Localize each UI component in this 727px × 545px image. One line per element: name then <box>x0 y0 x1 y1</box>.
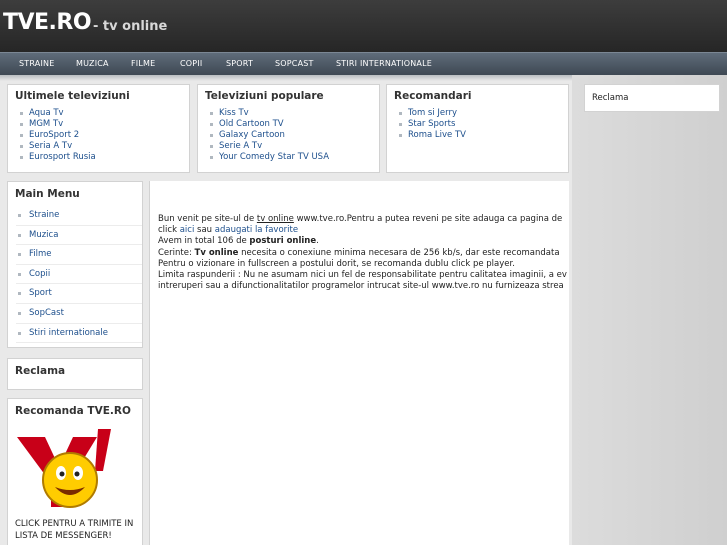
left-ad-title: Reclama <box>15 365 66 377</box>
yahoo-messenger-icon[interactable] <box>15 423 111 513</box>
nav-muzica[interactable]: MUZICA <box>76 59 109 68</box>
add-to-favorites-link[interactable]: adaugati la favorite <box>215 225 298 235</box>
latest-item[interactable]: EuroSport 2 <box>20 130 96 141</box>
latest-channels-box: Ultimele televiziuni Aqua Tv MGM Tv Euro… <box>7 84 190 173</box>
recommend-site-title: Recomanda TVE.RO <box>15 405 131 417</box>
recommended-item[interactable]: Star Sports <box>399 119 466 130</box>
popular-item[interactable]: Old Cartoon TV <box>210 119 329 130</box>
recommend-site-caption[interactable]: CLICK PENTRU A TRIMITE IN LISTA DE MESSE… <box>15 518 140 542</box>
recommended-item[interactable]: Roma Live TV <box>399 130 466 141</box>
menu-item-filme[interactable]: Filme <box>16 245 142 265</box>
latest-channels-title: Ultimele televiziuni <box>15 90 130 102</box>
popular-channels-title: Televiziuni populare <box>205 90 324 102</box>
menu-item-straine[interactable]: Straine <box>16 206 142 226</box>
main-navbar: STRAINE MUZICA FILME COPII SPORT SOPCAST… <box>0 52 727 75</box>
latest-item[interactable]: Eurosport Rusia <box>20 152 96 163</box>
welcome-line-1: Bun venit pe site-ul de tv online www.tv… <box>158 214 563 224</box>
right-ad-box: Reclama <box>584 84 720 112</box>
popular-channels-box: Televiziuni populare Kiss Tv Old Cartoon… <box>197 84 380 173</box>
nav-straine[interactable]: STRAINE <box>19 59 54 68</box>
popular-item[interactable]: Kiss Tv <box>210 108 329 119</box>
right-ad-title: Reclama <box>592 93 629 103</box>
latest-item[interactable]: Seria A Tv <box>20 141 96 152</box>
nav-sport[interactable]: SPORT <box>226 59 253 68</box>
latest-item[interactable]: MGM Tv <box>20 119 96 130</box>
nav-copii[interactable]: COPII <box>180 59 202 68</box>
tv-online-link[interactable]: tv online <box>257 214 294 224</box>
latest-item[interactable]: Aqua Tv <box>20 108 96 119</box>
left-ad-box: Reclama <box>7 358 143 390</box>
menu-item-copii[interactable]: Copii <box>16 265 142 285</box>
nav-filme[interactable]: FILME <box>131 59 155 68</box>
fullscreen-line: Pentru o vizionare in fullscreen a postu… <box>158 258 515 269</box>
menu-item-sopcast[interactable]: SopCast <box>16 304 142 324</box>
menu-item-stiri-internationale[interactable]: Stiri internationale <box>16 324 142 344</box>
main-content-area: Bun venit pe site-ul de tv online www.tv… <box>149 181 569 545</box>
channel-count-line: Avem in total 106 de posturi online. <box>158 236 319 247</box>
welcome-text: Bun venit pe site-ul de tv online www.tv… <box>158 214 569 292</box>
main-menu-title: Main Menu <box>15 188 80 200</box>
nav-sopcast[interactable]: SOPCAST <box>275 59 314 68</box>
menu-item-sport[interactable]: Sport <box>16 284 142 304</box>
recommended-item[interactable]: Tom si Jerry <box>399 108 466 119</box>
main-menu-box: Main Menu Straine Muzica Filme Copii Spo… <box>7 181 143 348</box>
site-header: TVE.RO - tv online <box>0 0 727 52</box>
recommended-title: Recomandari <box>394 90 472 102</box>
site-logo[interactable]: TVE.RO <box>3 10 92 35</box>
popular-item[interactable]: Serie A Tv <box>210 141 329 152</box>
popular-item[interactable]: Galaxy Cartoon <box>210 130 329 141</box>
requirements-line: Cerinte: Tv online necesita o conexiune … <box>158 247 560 258</box>
welcome-line-2: click aici sau adaugati la favorite <box>158 225 299 236</box>
site-tagline: - tv online <box>93 19 168 34</box>
popular-item[interactable]: Your Comedy Star TV USA <box>210 152 329 163</box>
liability-line-1: Limita raspunderii : Nu ne asumam nici u… <box>158 270 567 281</box>
recommended-box: Recomandari Tom si Jerry Star Sports Rom… <box>386 84 569 173</box>
click-here-link[interactable]: aici <box>180 225 195 235</box>
right-column-background <box>572 75 727 545</box>
menu-item-muzica[interactable]: Muzica <box>16 226 142 246</box>
liability-line-2: intreruperi sau a difunctionalitatilor p… <box>158 281 564 292</box>
nav-stiri-internationale[interactable]: STIRI INTERNATIONALE <box>336 59 432 68</box>
